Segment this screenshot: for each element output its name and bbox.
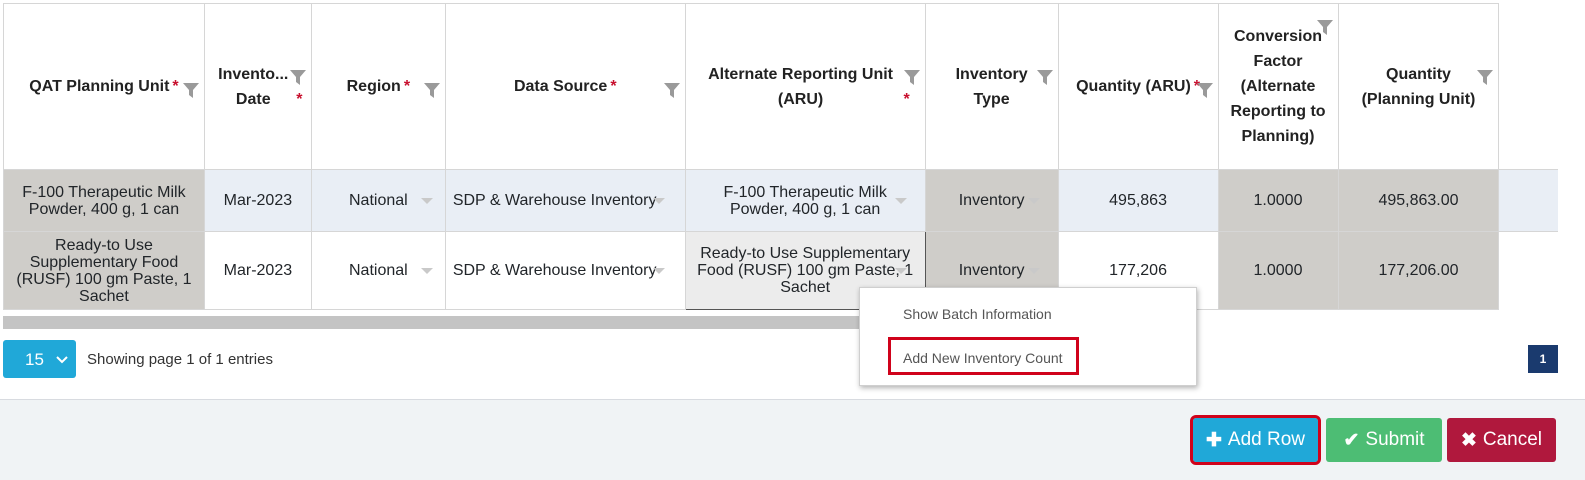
header-filler: [1498, 3, 1558, 170]
cell-conversion-factor: 1.0000: [1217, 169, 1339, 232]
pagination-bar: 15 Showing page 1 of 1 entries 1: [0, 336, 1585, 384]
cell-value: SDP & Warehouse Inventory: [452, 192, 657, 209]
cell-planning-unit: F-100 Therapeutic Milk Powder, 400 g, 1 …: [3, 169, 205, 232]
required-marker: *: [296, 90, 303, 108]
header-label: Alternate Reporting Unit (ARU): [708, 65, 893, 108]
cancel-label: Cancel: [1482, 429, 1543, 450]
cell-conversion-factor: 1.0000: [1217, 231, 1339, 310]
header-label: Quantity (Planning Unit): [1361, 65, 1476, 108]
chevron-down-icon: [1027, 267, 1040, 274]
header-aru[interactable]: Alternate Reporting Unit (ARU) *: [684, 3, 926, 170]
form-footer: ✚ Add Row ✔ Submit ✖ Cancel: [0, 399, 1585, 480]
header-quantity-planning-unit[interactable]: Quantity (Planning Unit): [1337, 3, 1500, 170]
row-filler: [1498, 169, 1558, 232]
header-quantity-aru[interactable]: Quantity (ARU) *: [1057, 3, 1219, 170]
cell-aru[interactable]: F-100 Therapeutic Milk Powder, 400 g, 1 …: [684, 169, 926, 232]
cell-value: Inventory: [958, 192, 1025, 209]
cancel-button[interactable]: ✖ Cancel: [1447, 418, 1556, 462]
header-data-source[interactable]: Data Source *: [444, 3, 686, 170]
table-row[interactable]: F-100 Therapeutic Milk Powder, 400 g, 1 …: [3, 169, 1558, 232]
cell-quantity-planning-unit: 177,206.00: [1337, 231, 1500, 310]
cell-region[interactable]: National: [310, 169, 446, 232]
page-size-select[interactable]: 15: [3, 340, 76, 378]
check-icon: ✔: [1343, 429, 1360, 451]
cell-value: F-100 Therapeutic Milk Powder, 400 g, 1 …: [723, 183, 887, 218]
row-filler: [1498, 231, 1558, 310]
inventory-grid: QAT Planning Unit * Invento... Date * Regi…: [3, 3, 1558, 310]
filter-icon[interactable]: [423, 81, 441, 99]
menu-item-show-batch-information[interactable]: Show Batch Information: [903, 306, 1052, 322]
filter-icon[interactable]: [289, 68, 307, 86]
filter-icon[interactable]: [663, 81, 681, 99]
add-row-button[interactable]: ✚ Add Row: [1190, 415, 1321, 465]
table-row[interactable]: Ready-to Use Supplementary Food (RUSF) 1…: [3, 231, 1558, 310]
cell-value: Inventory: [958, 262, 1025, 279]
required-marker: *: [403, 78, 411, 95]
header-label: Invento... Date: [218, 65, 289, 108]
filter-icon[interactable]: [182, 81, 200, 99]
header-row: QAT Planning Unit * Invento... Date * Regi…: [3, 3, 1558, 170]
add-row-label: Add Row: [1227, 429, 1306, 450]
menu-item-add-new-inventory-count[interactable]: Add New Inventory Count: [903, 350, 1063, 366]
header-region[interactable]: Region *: [310, 3, 446, 170]
required-marker: *: [610, 78, 617, 95]
filter-icon[interactable]: [1316, 18, 1334, 36]
header-label: Data Source: [513, 78, 608, 95]
submit-button[interactable]: ✔ Submit: [1326, 418, 1442, 462]
chevron-down-icon[interactable]: [894, 267, 907, 274]
submit-label: Submit: [1365, 429, 1425, 450]
filter-icon[interactable]: [1036, 68, 1054, 86]
cell-quantity-planning-unit: 495,863.00: [1337, 169, 1500, 232]
header-label: QAT Planning Unit: [29, 78, 170, 95]
pagination-info: Showing page 1 of 1 entries: [87, 351, 273, 368]
cell-data-source[interactable]: SDP & Warehouse Inventory: [444, 169, 686, 232]
inventory-table: QAT Planning Unit * Invento... Date * Regi…: [3, 3, 1558, 310]
required-marker: *: [903, 90, 910, 108]
header-label: Region: [346, 78, 401, 95]
chevron-down-icon: [1027, 197, 1040, 204]
header-inventory-type[interactable]: Inventory Type: [924, 3, 1059, 170]
close-icon: ✖: [1460, 429, 1477, 451]
chevron-down-icon[interactable]: [420, 197, 433, 204]
header-conversion-factor[interactable]: Conversion Factor (Alternate Reporting t…: [1217, 3, 1339, 170]
required-marker: *: [172, 78, 179, 95]
chevron-down-icon[interactable]: [652, 267, 665, 274]
chevron-down-icon[interactable]: [894, 197, 907, 204]
horizontal-scrollbar[interactable]: [3, 316, 859, 329]
plus-icon: ✚: [1205, 429, 1222, 451]
filter-icon[interactable]: [1196, 81, 1214, 99]
header-label: Quantity (ARU): [1076, 78, 1191, 95]
cell-inventory-type: Inventory: [924, 169, 1059, 232]
header-planning-unit[interactable]: QAT Planning Unit *: [3, 3, 205, 170]
page-number-button[interactable]: 1: [1528, 345, 1558, 373]
page-size-value: 15: [25, 350, 44, 369]
cell-planning-unit: Ready-to Use Supplementary Food (RUSF) 1…: [3, 231, 205, 310]
cell-value: National: [348, 262, 408, 279]
chevron-down-icon[interactable]: [652, 197, 665, 204]
cell-value: National: [348, 192, 408, 209]
cell-data-source[interactable]: SDP & Warehouse Inventory: [444, 231, 686, 310]
header-label: Inventory Type: [955, 65, 1028, 108]
chevron-down-icon[interactable]: [420, 267, 433, 274]
chevron-down-icon: [56, 351, 68, 364]
context-menu: Show Batch Information Add New Inventory…: [859, 287, 1197, 386]
cell-quantity-aru[interactable]: 495,863: [1057, 169, 1219, 232]
filter-icon[interactable]: [903, 68, 921, 86]
header-inventory-date[interactable]: Invento... Date *: [203, 3, 312, 170]
cell-value: SDP & Warehouse Inventory: [452, 262, 657, 279]
header-label: Conversion Factor (Alternate Reporting t…: [1230, 28, 1326, 145]
filter-icon[interactable]: [1476, 68, 1494, 86]
cell-date[interactable]: Mar-2023: [203, 169, 312, 232]
cell-region[interactable]: National: [310, 231, 446, 310]
cell-date[interactable]: Mar-2023: [203, 231, 312, 310]
